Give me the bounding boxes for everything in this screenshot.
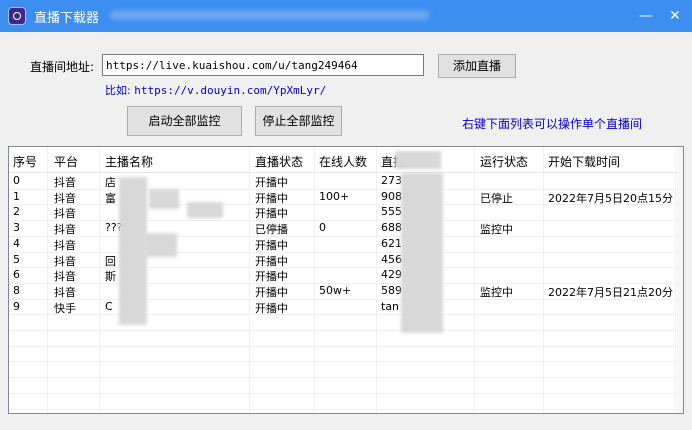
cell-platform: 抖音 xyxy=(54,223,76,237)
cell-online-count: 50w+ xyxy=(319,283,352,297)
cell-run-status: 已停止 xyxy=(480,191,513,205)
cell-platform: 抖音 xyxy=(54,270,76,284)
cell-live-room: tan xyxy=(381,299,400,313)
cell-platform: 抖音 xyxy=(54,285,76,299)
cell-platform: 抖音 xyxy=(54,238,76,252)
cell-platform: 抖音 xyxy=(54,207,76,221)
cell-run-status: 监控中 xyxy=(480,223,513,237)
cell-live-status: 开播中 xyxy=(255,207,288,221)
redaction-block xyxy=(145,233,177,257)
minimize-button[interactable]: — xyxy=(633,4,659,28)
header-run-status[interactable]: 运行状态 xyxy=(480,153,528,170)
redaction-block xyxy=(395,151,441,169)
cell-live-status: 开播中 xyxy=(255,238,288,252)
cell-index: 3 xyxy=(13,221,20,235)
cell-live-status: 开播中 xyxy=(255,191,288,205)
title-redaction xyxy=(110,10,430,20)
redaction-block xyxy=(119,177,147,325)
app-icon xyxy=(8,7,26,25)
header-index[interactable]: 序号 xyxy=(13,153,37,170)
cell-live-status: 开播中 xyxy=(255,301,288,315)
cell-start-time: 2022年7月5日21点20分 xyxy=(548,285,673,299)
window-title: 直播下载器 xyxy=(34,11,100,26)
title-bar: 直播下载器 — ✕ xyxy=(0,0,692,32)
cell-index: 0 xyxy=(13,174,20,187)
redaction-block xyxy=(149,189,179,209)
cell-platform: 抖音 xyxy=(54,254,76,268)
cell-index: 2 xyxy=(13,205,20,219)
cell-live-room: 429 xyxy=(381,268,402,282)
cell-live-room: 555 xyxy=(381,205,402,219)
stop-all-button[interactable]: 停止全部监控 xyxy=(255,106,342,136)
cell-index: 9 xyxy=(13,299,20,313)
cell-platform: 抖音 xyxy=(54,191,76,205)
cell-index: 6 xyxy=(13,268,20,282)
cell-live-status: 开播中 xyxy=(255,270,288,284)
redaction-block xyxy=(187,202,223,218)
cell-anchor-name: 回 xyxy=(105,254,116,268)
cell-live-room: 621 xyxy=(381,236,402,250)
cell-anchor-name: 斯 xyxy=(105,270,116,284)
cell-live-room: 589 xyxy=(381,283,402,297)
redaction-block xyxy=(401,173,443,333)
cell-live-status: 开播中 xyxy=(255,285,288,299)
cell-index: 4 xyxy=(13,236,20,250)
cell-online-count: 0 xyxy=(319,221,326,235)
cell-index: 1 xyxy=(13,189,20,203)
cell-anchor-name: 店 xyxy=(105,176,116,189)
header-online-count[interactable]: 在线人数 xyxy=(319,153,367,170)
header-anchor-name[interactable]: 主播名称 xyxy=(105,153,153,170)
header-start-time[interactable]: 开始下载时间 xyxy=(548,153,620,170)
add-live-button[interactable]: 添加直播 xyxy=(438,54,516,78)
address-label: 直播间地址: xyxy=(30,60,95,74)
cell-platform: 抖音 xyxy=(54,176,76,189)
header-platform[interactable]: 平台 xyxy=(54,153,78,170)
cell-live-status: 开播中 xyxy=(255,254,288,268)
cell-anchor-name: C xyxy=(105,299,113,313)
cell-live-room: 456 xyxy=(381,252,402,266)
cell-live-room: 273 xyxy=(381,174,402,187)
cell-live-status: 已停播 xyxy=(255,223,288,237)
cell-online-count: 100+ xyxy=(319,189,350,203)
right-click-hint: 右键下面列表可以操作单个直播间 xyxy=(462,117,643,131)
header-live-status[interactable]: 直播状态 xyxy=(255,153,303,170)
cell-platform: 快手 xyxy=(54,301,76,315)
live-list[interactable]: 序号 平台 主播名称 直播状态 在线人数 直播 运行状态 开始下载时间 0 抖音店… xyxy=(8,146,684,414)
cell-live-room: 908 xyxy=(381,189,402,203)
close-button[interactable]: ✕ xyxy=(662,4,688,28)
example-prefix: 比如: xyxy=(105,84,135,97)
client-area: 直播间地址: 添加直播 比如: https://v.douyin.com/YpX… xyxy=(0,32,692,430)
address-input[interactable] xyxy=(102,54,424,76)
cell-index: 8 xyxy=(13,283,20,297)
cell-live-status: 开播中 xyxy=(255,176,288,189)
start-all-button[interactable]: 启动全部监控 xyxy=(127,106,242,136)
cell-anchor-name: 富 xyxy=(105,191,116,205)
cell-run-status: 监控中 xyxy=(480,285,513,299)
example-hint: 比如: https://v.douyin.com/YpXmLyr/ xyxy=(105,82,326,98)
cell-start-time: 2022年7月5日20点15分 xyxy=(548,191,673,205)
list-scrollbar[interactable] xyxy=(677,147,683,413)
example-url: https://v.douyin.com/YpXmLyr/ xyxy=(134,84,327,97)
cell-live-room: 688 xyxy=(381,221,402,235)
cell-index: 5 xyxy=(13,252,20,266)
